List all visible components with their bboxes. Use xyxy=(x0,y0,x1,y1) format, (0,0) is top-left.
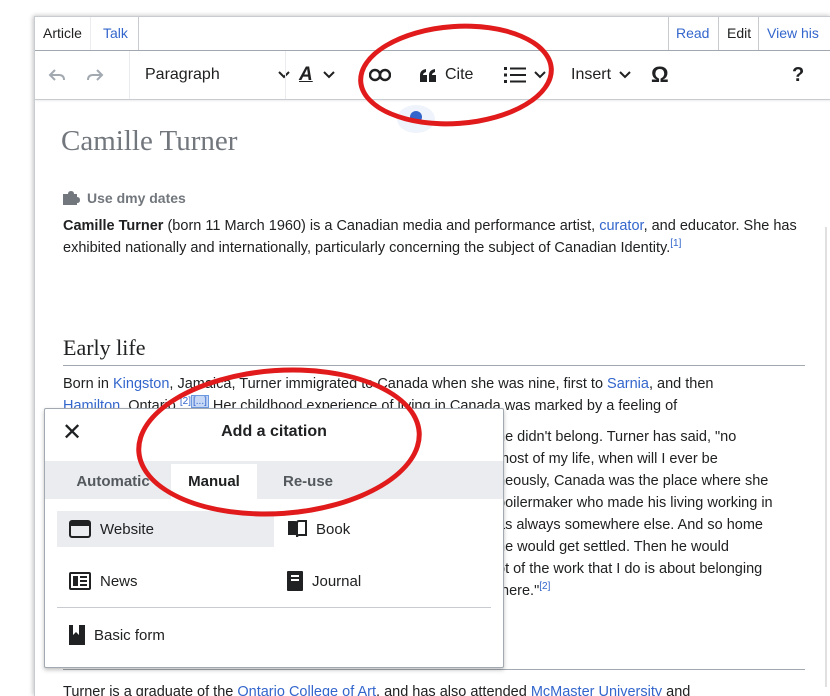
paragraph-line: he didn't belong. Turner has said, "no xyxy=(497,429,737,445)
paragraph-line-end: there."[2] xyxy=(497,581,550,599)
cite-basic-form-option[interactable]: Basic form xyxy=(57,617,274,653)
intro-paragraph: Camille Turner (born 11 March 1960) is a… xyxy=(63,215,803,259)
tab-divider xyxy=(718,17,719,50)
tab-article[interactable]: Article xyxy=(35,17,91,50)
early-text: , and then xyxy=(648,376,714,392)
tab-divider xyxy=(668,17,669,50)
dmy-label: Use dmy dates xyxy=(87,190,186,206)
scrollbar[interactable] xyxy=(825,227,827,687)
insert-label: Insert xyxy=(571,66,612,83)
toolbar-divider xyxy=(285,51,286,99)
template-dmy-dates[interactable]: Use dmy dates xyxy=(63,190,186,206)
paragraph-line: he would get settled. Then he would xyxy=(497,539,729,555)
basic-form-label: Basic form xyxy=(94,626,165,644)
book-label: Book xyxy=(316,520,351,538)
education-text: , and has also attended xyxy=(376,684,531,696)
cite-quote-icon xyxy=(420,69,436,82)
education-text: and xyxy=(662,684,691,696)
add-citation-dialog: ✕ Add a citation Automatic Manual Re-use… xyxy=(44,408,504,668)
subject-name: Camille Turner xyxy=(63,218,164,234)
education-text: Turner is a graduate of the xyxy=(63,684,238,696)
tab-edit[interactable]: Edit xyxy=(721,17,758,50)
undo-icon xyxy=(48,69,65,81)
tab-divider xyxy=(138,17,139,50)
tab-automatic[interactable]: Automatic xyxy=(53,464,173,499)
reference-2[interactable]: [2] xyxy=(180,396,191,407)
paragraph-line: most of my life, when will I ever be xyxy=(497,451,718,467)
reference-1[interactable]: [1] xyxy=(670,238,681,249)
website-label: Website xyxy=(100,520,154,538)
news-label: News xyxy=(100,572,138,590)
link-sarnia[interactable]: Sarnia xyxy=(607,376,649,392)
paragraph-format-dropdown[interactable]: Paragraph xyxy=(145,51,290,99)
tab-talk[interactable]: Talk xyxy=(97,17,134,50)
paragraph-line: as always somewhere else. And so home xyxy=(497,517,763,533)
intro-text: (born 11 March 1960) is a Canadian media… xyxy=(163,218,600,234)
education-paragraph: Turner is a graduate of the Ontario Coll… xyxy=(63,681,803,696)
page-tabs: Article Talk Read Edit View his xyxy=(35,17,830,51)
list-dropdown[interactable] xyxy=(504,51,546,99)
link-kingston[interactable]: Kingston xyxy=(113,376,169,392)
tab-view-history[interactable]: View his xyxy=(761,17,825,50)
visual-editor-toolbar: Paragraph A Cite Insert Ω ? xyxy=(35,51,830,100)
page-title: Camille Turner xyxy=(61,125,238,157)
cite-label: Cite xyxy=(445,66,474,83)
help-button[interactable]: ? xyxy=(792,51,804,99)
cite-journal-option[interactable]: Journal xyxy=(275,563,497,599)
paragraph-line: boilermaker who made his living working … xyxy=(497,495,773,511)
journal-icon xyxy=(287,571,303,591)
link-ocad[interactable]: Ontario College of Art xyxy=(237,684,376,696)
reference-2-repeat[interactable]: [2] xyxy=(539,581,550,592)
chevron-down-icon xyxy=(534,71,546,79)
toolbar-divider xyxy=(129,51,130,99)
dialog-title: Add a citation xyxy=(221,423,327,440)
website-icon xyxy=(69,520,91,538)
text-style-icon: A xyxy=(299,64,313,85)
paragraph-line: ot of the work that I do is about belong… xyxy=(497,561,763,577)
list-icon xyxy=(504,67,526,83)
link-button[interactable] xyxy=(369,51,391,99)
text-style-dropdown[interactable]: A xyxy=(299,51,335,99)
tab-re-use[interactable]: Re-use xyxy=(261,464,355,499)
paragraph-format-label: Paragraph xyxy=(145,66,220,83)
link-icon xyxy=(369,68,391,82)
cite-button[interactable]: Cite xyxy=(419,51,473,99)
chevron-down-icon xyxy=(278,71,290,79)
redo-button[interactable] xyxy=(85,51,105,99)
chevron-down-icon xyxy=(323,71,335,79)
chevron-down-icon xyxy=(619,71,631,79)
undo-button[interactable] xyxy=(47,51,67,99)
link-curator[interactable]: curator xyxy=(599,218,643,234)
tab-read[interactable]: Read xyxy=(670,17,715,50)
cite-website-option[interactable]: Website xyxy=(57,511,274,547)
new-reference-placeholder[interactable]: [...] xyxy=(190,395,209,409)
special-character-button[interactable]: Ω xyxy=(651,51,669,99)
section-heading-early-life: Early life xyxy=(63,335,805,366)
dialog-divider xyxy=(57,607,491,608)
link-mcmaster[interactable]: McMaster University xyxy=(531,684,662,696)
book-icon xyxy=(288,520,307,538)
tab-manual[interactable]: Manual xyxy=(171,464,257,499)
early-text: , Jamaica, Turner immigrated to Canada w… xyxy=(169,376,608,392)
news-icon xyxy=(69,572,91,590)
early-text: Born in xyxy=(63,376,113,392)
redo-icon xyxy=(87,69,104,81)
cite-book-option[interactable]: Book xyxy=(275,511,497,547)
citation-tabs: Automatic Manual Re-use xyxy=(45,461,503,499)
puzzle-icon xyxy=(63,191,80,205)
paragraph-line: neously, Canada was the place where she xyxy=(497,473,769,489)
section-divider xyxy=(63,669,805,670)
journal-label: Journal xyxy=(312,572,362,590)
cite-news-option[interactable]: News xyxy=(57,563,274,599)
insert-dropdown[interactable]: Insert xyxy=(571,51,631,99)
tab-divider xyxy=(758,17,759,50)
basic-form-icon xyxy=(69,625,85,645)
